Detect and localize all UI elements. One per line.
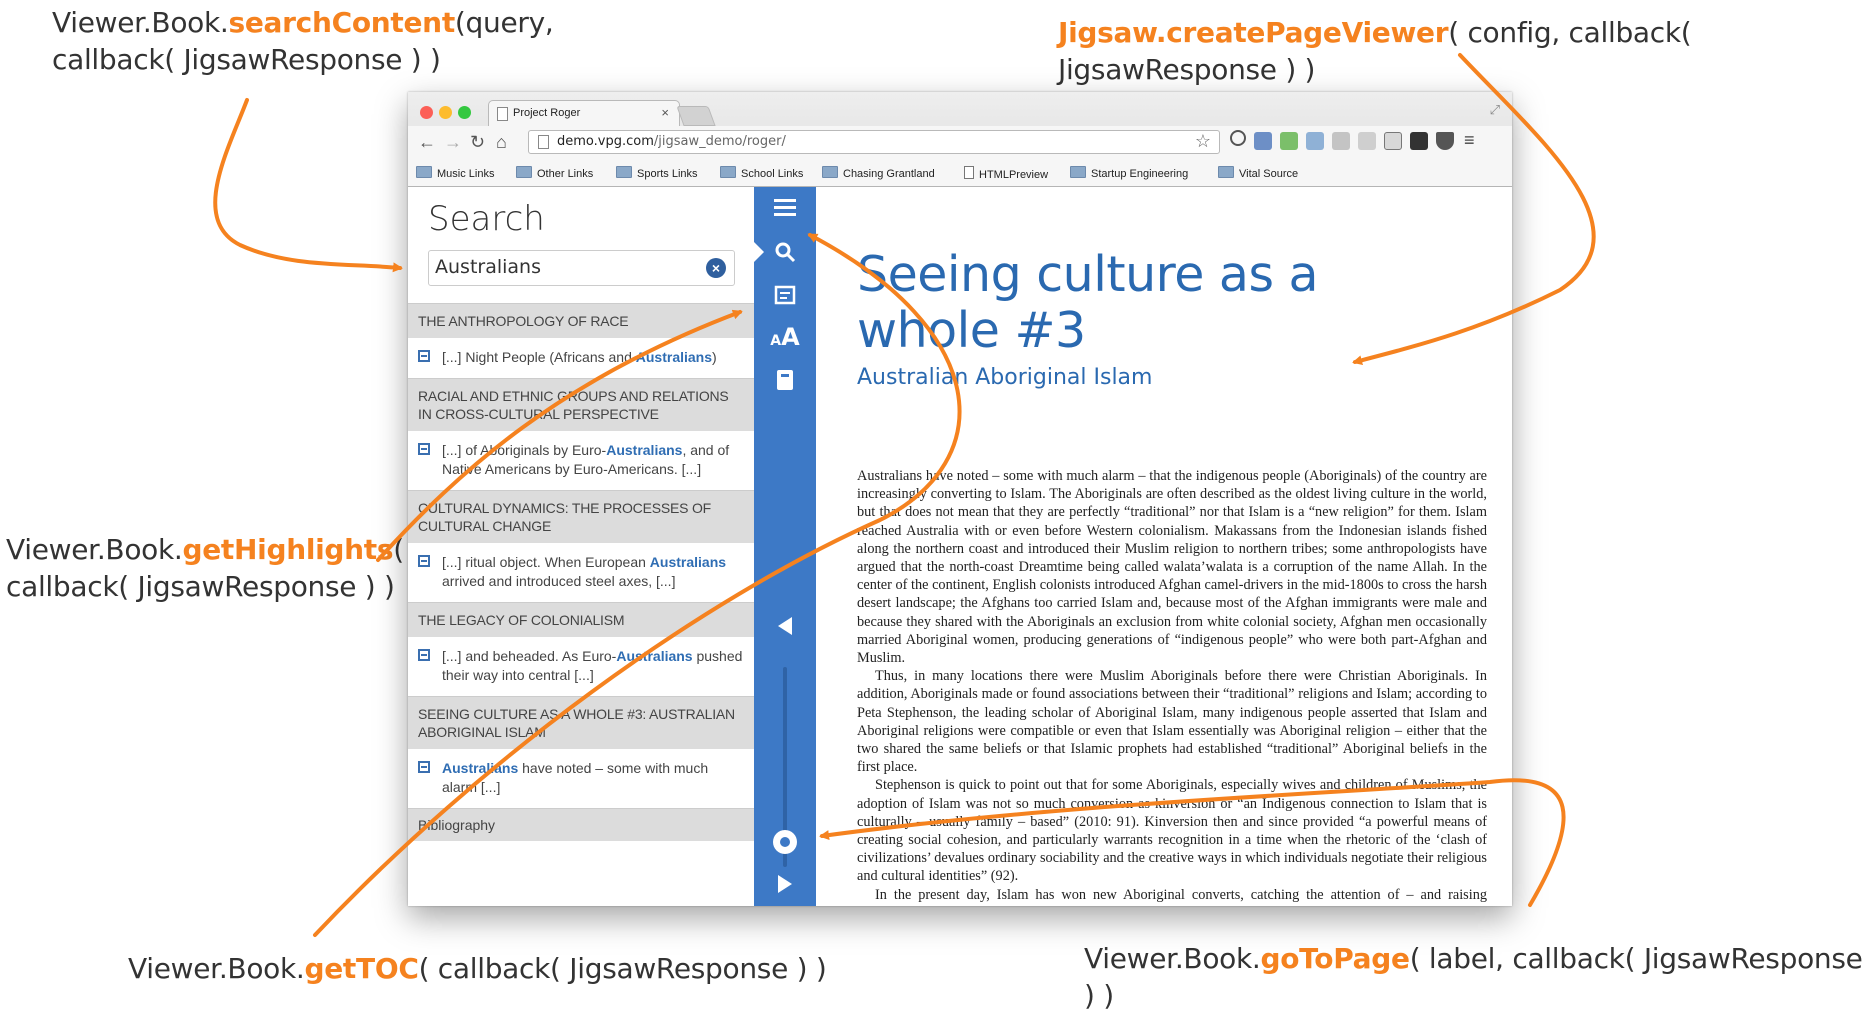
extension-circle-icon[interactable] — [1230, 130, 1246, 146]
chapter-title: Seeing culture as a whole #3 — [857, 246, 1319, 359]
home-icon[interactable]: ⌂ — [496, 132, 507, 153]
font-size-icon[interactable]: AA — [754, 323, 816, 351]
bookmark-htmlpreview[interactable]: HTMLPreview — [964, 166, 1048, 181]
reload-icon[interactable]: ↻ — [470, 132, 485, 153]
extension-grid-icon[interactable] — [1332, 132, 1350, 150]
extension-cast-icon[interactable] — [1280, 132, 1298, 150]
result-section-heading: RACIAL AND ETHNIC GROUPS AND RELATIONS I… — [408, 378, 754, 431]
menu-icon[interactable] — [754, 197, 816, 222]
page-icon — [497, 107, 508, 121]
bookmark-startup-engineering[interactable]: Startup Engineering — [1070, 166, 1188, 180]
menu-icon[interactable]: ≡ — [1464, 130, 1475, 151]
close-tab-icon[interactable]: × — [661, 105, 669, 120]
folder-icon — [720, 166, 736, 178]
search-hit[interactable]: [...] ritual object. When European Austr… — [408, 543, 754, 602]
zoom-window-button[interactable] — [458, 106, 471, 119]
book-icon[interactable] — [754, 369, 816, 396]
extension-window-icon[interactable] — [1254, 132, 1272, 150]
folder-icon — [822, 166, 838, 178]
forward-icon[interactable]: → — [444, 132, 462, 153]
chapter-subtitle: Australian Aboriginal Islam — [857, 365, 1153, 390]
highlights-icon[interactable] — [754, 285, 816, 310]
bookmarks-bar: Music Links Other Links Sports Links Sch… — [408, 158, 1512, 186]
extension-screen-icon[interactable] — [1384, 132, 1402, 150]
highlight-icon — [418, 443, 430, 455]
bibliography-item[interactable]: Bibliography — [408, 808, 754, 841]
callout-create-page-viewer: Jigsaw.createPageViewer( config, callbac… — [1058, 16, 1692, 86]
folder-icon — [616, 166, 632, 178]
paragraph: In the present day, Islam has won new Ab… — [857, 886, 1487, 906]
highlight-icon — [418, 350, 430, 362]
bookmark-chasing-grantland[interactable]: Chasing Grantland — [822, 166, 935, 180]
page-scrubber-handle[interactable] — [773, 830, 797, 854]
result-section-heading: SEEING CULTURE AS A WHOLE #3: AUSTRALIAN… — [408, 696, 754, 749]
paragraph: Stephenson is quick to point out that fo… — [857, 777, 1487, 885]
callout-search-content: Viewer.Book.searchContent(query, callbac… — [52, 6, 554, 76]
extension-tools-icon[interactable] — [1306, 132, 1324, 150]
extension-in-icon[interactable] — [1358, 132, 1376, 150]
highlight-icon — [418, 555, 430, 567]
paragraph: Australians have noted – some with much … — [857, 468, 1487, 667]
url-path: /jigsaw_demo/roger/ — [653, 134, 786, 149]
callout-get-highlights: Viewer.Book.getHighlights( callback( Jig… — [6, 533, 404, 603]
bookmark-music-links[interactable]: Music Links — [416, 166, 494, 180]
search-field[interactable]: × — [428, 250, 735, 286]
search-panel: Search × THE ANTHROPOLOGY OF RACE [...] … — [408, 187, 754, 906]
callout-get-toc: Viewer.Book.getTOC( callback( JigsawResp… — [128, 952, 827, 985]
highlight-icon — [418, 649, 430, 661]
bookmark-star-icon[interactable]: ☆ — [1195, 131, 1211, 152]
tool-rail: AA — [754, 187, 816, 906]
arrow-search-content — [213, 98, 403, 273]
result-section-heading: THE ANTHROPOLOGY OF RACE — [408, 303, 754, 338]
page-icon — [538, 135, 549, 149]
previous-page-icon[interactable] — [754, 615, 816, 642]
browser-window: Project Roger × ⤢ ← → ↻ ⌂ demo.vpg.com/j… — [408, 92, 1512, 906]
bookmark-sports-links[interactable]: Sports Links — [616, 166, 698, 180]
search-input[interactable] — [435, 255, 695, 279]
close-window-button[interactable] — [420, 106, 433, 119]
tab-title: Project Roger — [513, 107, 581, 119]
highlight-icon — [418, 761, 430, 773]
back-icon[interactable]: ← — [418, 132, 436, 153]
extension-qr-icon[interactable] — [1410, 132, 1428, 150]
search-panel-title: Search — [428, 199, 545, 239]
paragraph: Thus, in many locations there were Musli… — [857, 668, 1487, 776]
next-page-icon[interactable] — [754, 873, 816, 900]
page-icon — [964, 166, 974, 179]
page-body: Australians have noted – some with much … — [857, 467, 1487, 906]
folder-icon — [1070, 166, 1086, 178]
result-section-heading: THE LEGACY OF COLONIALISM — [408, 602, 754, 637]
extension-pocket-icon[interactable] — [1436, 132, 1454, 150]
url-host: demo.vpg.com — [557, 134, 654, 149]
page-viewer: Seeing culture as a whole #3 Australian … — [816, 187, 1512, 906]
address-bar[interactable]: demo.vpg.com/jigsaw_demo/roger/ ☆ — [528, 130, 1220, 154]
folder-icon — [1218, 166, 1234, 178]
new-tab-button[interactable] — [676, 106, 716, 126]
minimize-window-button[interactable] — [439, 106, 452, 119]
search-hit[interactable]: [...] Night People (Africans and Austral… — [408, 338, 754, 378]
search-hit[interactable]: [...] and beheaded. As Euro-Australians … — [408, 637, 754, 696]
bookmark-other-links[interactable]: Other Links — [516, 166, 593, 180]
active-tool-indicator — [754, 242, 764, 262]
browser-tab[interactable]: Project Roger × — [488, 100, 680, 127]
bookmark-school-links[interactable]: School Links — [720, 166, 803, 180]
bookmark-vital-source[interactable]: Vital Source — [1218, 166, 1298, 180]
search-hit[interactable]: [...] of Aboriginals by Euro-Australians… — [408, 431, 754, 490]
fullscreen-icon[interactable]: ⤢ — [1490, 102, 1500, 118]
result-section-heading: CULTURAL DYNAMICS: THE PROCESSES OF CULT… — [408, 490, 754, 543]
search-hit[interactable]: Australians have noted – some with much … — [408, 749, 754, 808]
folder-icon — [416, 166, 432, 178]
callout-go-to-page: Viewer.Book.goToPage( label, callback( J… — [1084, 942, 1863, 1012]
clear-search-icon[interactable]: × — [706, 258, 726, 278]
search-results: THE ANTHROPOLOGY OF RACE [...] Night Peo… — [408, 303, 754, 841]
browser-chrome: Project Roger × ⤢ ← → ↻ ⌂ demo.vpg.com/j… — [408, 92, 1512, 187]
folder-icon — [516, 166, 532, 178]
